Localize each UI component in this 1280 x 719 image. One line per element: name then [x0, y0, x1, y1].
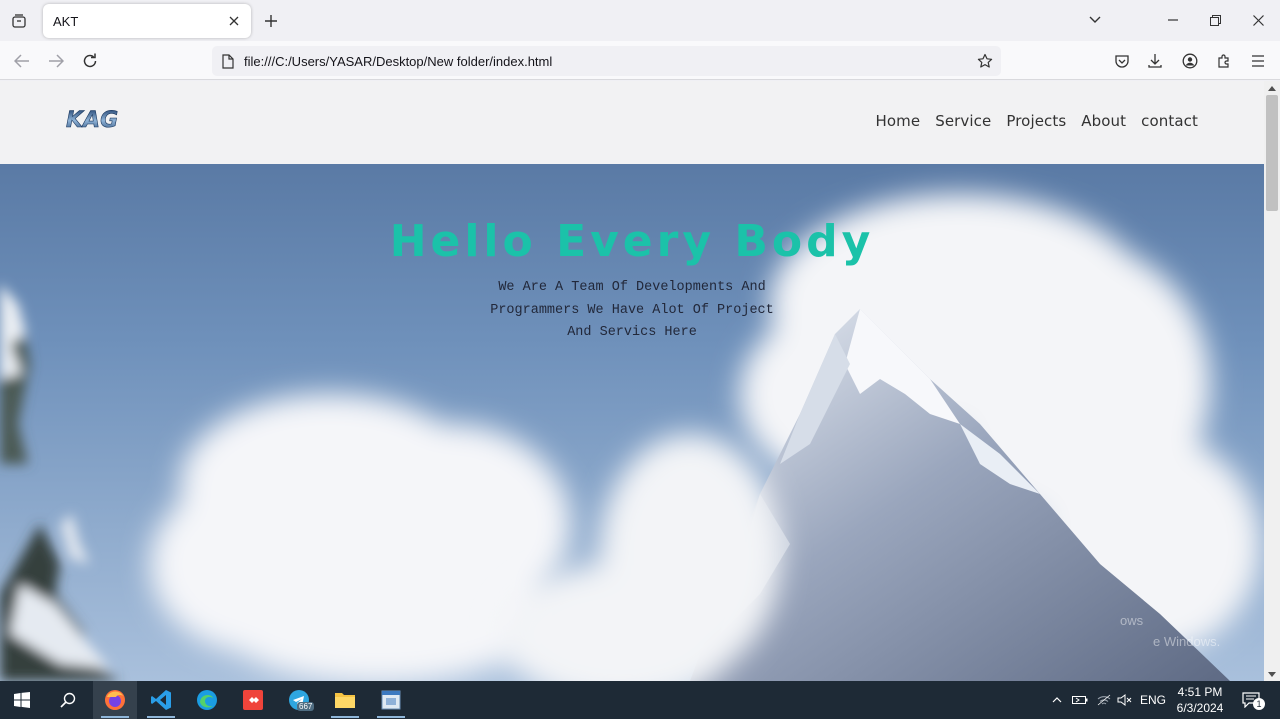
clock-time: 4:51 PM	[1177, 685, 1223, 699]
address-bar[interactable]: file:///C:/Users/YASAR/Desktop/New folde…	[212, 46, 1001, 76]
nav-link-home[interactable]: Home	[876, 112, 921, 130]
volume-muted-icon[interactable]	[1114, 681, 1136, 719]
page-scrollbar[interactable]	[1264, 81, 1280, 681]
site-logo[interactable]: KAG	[64, 103, 128, 135]
list-all-tabs-icon[interactable]	[1082, 8, 1108, 32]
close-window-icon[interactable]	[1245, 8, 1271, 32]
activation-watermark-line: e Windows.	[1153, 634, 1221, 649]
page-viewport: KAG Home Service Projects About contact	[0, 81, 1264, 681]
pocket-icon[interactable]	[1110, 49, 1134, 73]
browser-nav-bar: file:///C:/Users/YASAR/Desktop/New folde…	[0, 41, 1280, 80]
forward-icon[interactable]	[44, 49, 68, 73]
telegram-unread-badge: 667	[297, 702, 315, 711]
show-hidden-icons-chevron-icon[interactable]	[1048, 681, 1066, 719]
extensions-icon[interactable]	[1212, 49, 1236, 73]
app-window-taskbar-icon[interactable]	[369, 681, 413, 719]
activation-watermark-line: ows	[1120, 613, 1144, 628]
nav-link-contact[interactable]: contact	[1141, 112, 1198, 130]
browser-tab-bar: AKT	[0, 0, 1280, 41]
close-tab-icon[interactable]	[225, 12, 243, 30]
notifications-icon[interactable]: 1	[1236, 681, 1266, 719]
hero-title: Hello Every Body	[389, 216, 875, 267]
hero-description-line: Programmers We Have Alot Of Project	[490, 302, 774, 318]
vscode-taskbar-icon[interactable]	[139, 681, 183, 719]
nav-link-projects[interactable]: Projects	[1006, 112, 1066, 130]
url-text[interactable]: file:///C:/Users/YASAR/Desktop/New folde…	[244, 54, 552, 69]
hero-description-line: And Servics Here	[567, 325, 697, 340]
scroll-down-arrow-icon[interactable]	[1264, 667, 1280, 681]
wifi-icon[interactable]	[1094, 681, 1114, 719]
windows-taskbar: 667 ENG 4:51 PM 6/3/2024 1	[0, 681, 1280, 719]
reload-icon[interactable]	[78, 49, 102, 73]
tab-list-icon[interactable]	[8, 10, 30, 32]
hero-description-line: We Are A Team Of Developments And	[498, 280, 766, 295]
scroll-up-arrow-icon[interactable]	[1264, 81, 1280, 95]
restore-icon[interactable]	[1202, 8, 1228, 32]
edge-taskbar-icon[interactable]	[185, 681, 229, 719]
battery-icon[interactable]	[1070, 681, 1090, 719]
back-icon[interactable]	[10, 49, 34, 73]
clock-date: 6/3/2024	[1176, 701, 1224, 715]
tab-title: AKT	[53, 14, 79, 29]
browser-tab[interactable]: AKT	[43, 4, 251, 38]
bookmark-star-icon[interactable]	[975, 51, 995, 71]
new-tab-icon[interactable]	[260, 10, 282, 32]
minimize-icon[interactable]	[1160, 8, 1186, 32]
start-windows-icon[interactable]	[0, 681, 44, 719]
site-header: KAG Home Service Projects About contact	[0, 81, 1264, 164]
logo-text: KAG	[66, 108, 118, 133]
file-explorer-taskbar-icon[interactable]	[323, 681, 367, 719]
anydesk-taskbar-icon[interactable]	[231, 681, 275, 719]
hero-description: We Are A Team Of Developments And Progra…	[472, 277, 792, 345]
input-language[interactable]: ENG	[1138, 681, 1168, 719]
account-icon[interactable]	[1178, 49, 1202, 73]
site-nav: Home Service Projects About contact	[876, 112, 1198, 130]
hero-section: Hello Every Body We Are A Team Of Develo…	[0, 164, 1264, 681]
firefox-taskbar-icon[interactable]	[93, 681, 137, 719]
menu-icon[interactable]	[1246, 49, 1270, 73]
scroll-thumb[interactable]	[1266, 95, 1278, 211]
downloads-icon[interactable]	[1143, 49, 1167, 73]
telegram-taskbar-icon[interactable]: 667	[277, 681, 321, 719]
nav-link-service[interactable]: Service	[935, 112, 991, 130]
taskbar-clock[interactable]: 4:51 PM 6/3/2024	[1172, 684, 1228, 716]
search-icon[interactable]	[46, 681, 90, 719]
nav-link-about[interactable]: About	[1081, 112, 1126, 130]
notification-count-badge: 1	[1253, 698, 1265, 710]
page-icon	[220, 53, 236, 69]
